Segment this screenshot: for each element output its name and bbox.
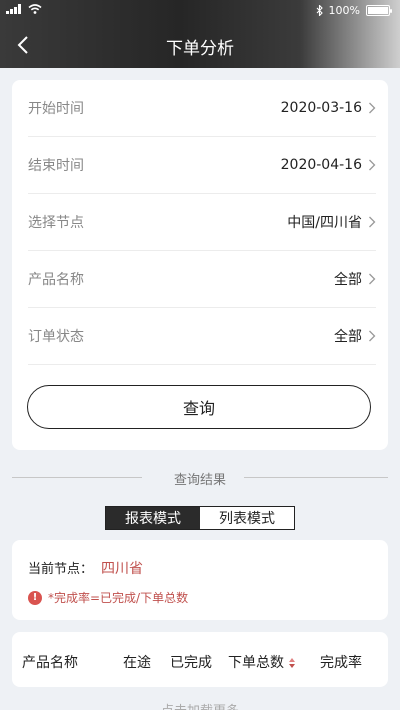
results-divider-label: 查询结果 [173, 473, 226, 488]
current-node-value: 四川省 [101, 561, 144, 577]
status-bar: 100% [0, 0, 400, 22]
chevron-right-icon [369, 273, 376, 285]
divider-line-right [244, 477, 388, 478]
completion-rate-note: *完成率=已完成/下单总数 [48, 591, 189, 605]
chevron-right-icon [369, 330, 376, 342]
start-time-label: 开始时间 [28, 101, 84, 117]
navbar: 下单分析 [0, 22, 400, 68]
current-node-card: 当前节点： 四川省 ! *完成率=已完成/下单总数 [12, 540, 388, 620]
node-select-row[interactable]: 选择节点 中国/四川省 [28, 194, 376, 251]
chevron-right-icon [369, 216, 376, 228]
battery-icon [366, 5, 392, 16]
filter-form: 开始时间 2020-03-16 结束时间 2020-04-16 选择节点 中国/… [12, 80, 388, 450]
query-button[interactable]: 查询 [27, 385, 371, 429]
end-time-label: 结束时间 [28, 158, 84, 174]
order-status-row[interactable]: 订单状态 全部 [28, 308, 376, 365]
list-mode-button[interactable]: 列表模式 [200, 507, 294, 529]
product-name-row[interactable]: 产品名称 全部 [28, 251, 376, 308]
column-total-orders-sort[interactable]: 下单总数 [228, 652, 296, 672]
order-status-label: 订单状态 [28, 329, 84, 345]
report-mode-button[interactable]: 报表模式 [106, 507, 200, 529]
bluetooth-icon [316, 5, 323, 16]
end-time-row[interactable]: 结束时间 2020-04-16 [28, 137, 376, 194]
signal-icon [6, 4, 21, 14]
header: 100% 下单分析 [0, 0, 400, 68]
sort-icon [289, 658, 295, 668]
current-node-label: 当前节点： [28, 562, 94, 577]
page-title: 下单分析 [166, 39, 234, 59]
start-time-value: 2020-03-16 [280, 100, 362, 116]
wifi-icon [28, 4, 42, 14]
chevron-right-icon [369, 159, 376, 171]
product-name-label: 产品名称 [28, 272, 84, 288]
chevron-right-icon [369, 102, 376, 114]
column-total-orders: 下单总数 [228, 655, 284, 671]
report-table-header: 产品名称 在途 已完成 下单总数 完成率 [12, 632, 388, 687]
load-more-link[interactable]: 点击加载更多 [0, 700, 400, 710]
column-completion-rate: 完成率 [320, 655, 362, 671]
column-completed: 已完成 [170, 655, 212, 671]
node-select-value: 中国/四川省 [287, 215, 362, 231]
node-select-label: 选择节点 [28, 215, 84, 231]
mode-toggle: 报表模式 列表模式 [105, 506, 295, 530]
column-product-name: 产品名称 [22, 655, 78, 671]
end-time-value: 2020-04-16 [280, 157, 362, 173]
warning-icon: ! [28, 590, 42, 605]
product-name-value: 全部 [334, 272, 362, 288]
order-status-value: 全部 [334, 329, 362, 345]
start-time-row[interactable]: 开始时间 2020-03-16 [28, 80, 376, 137]
column-in-transit: 在途 [123, 655, 151, 671]
battery-percent: 100% [328, 4, 360, 17]
